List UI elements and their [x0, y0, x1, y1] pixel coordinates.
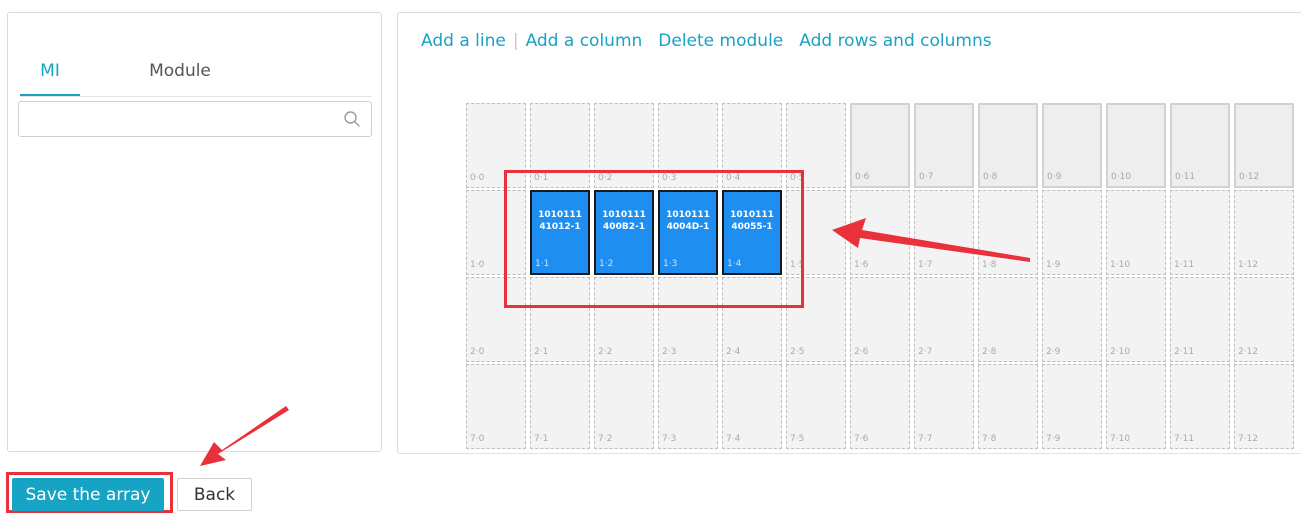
cell-coordinate: 2·5: [790, 347, 805, 357]
cell-coordinate: 1·8: [982, 260, 997, 270]
cell-coordinate: 0·10: [1111, 172, 1132, 182]
cell-coordinate: 1·12: [1238, 260, 1259, 270]
grid-cell[interactable]: 1·12: [1234, 190, 1294, 275]
cell-coordinate: 1·9: [1046, 260, 1061, 270]
cell-coordinate: 1·11: [1174, 260, 1195, 270]
grid-cell[interactable]: 2·7: [914, 277, 974, 362]
search-box: [18, 101, 372, 138]
grid-cell[interactable]: 1·6: [850, 190, 910, 275]
cell-coordinate: 7·11: [1174, 434, 1195, 444]
cell-coordinate: 1·6: [854, 260, 869, 270]
cell-coordinate: 7·12: [1238, 434, 1259, 444]
grid-cell[interactable]: 0·8: [978, 103, 1038, 188]
cell-coordinate: 2·11: [1174, 347, 1195, 357]
save-array-button[interactable]: Save the array: [12, 478, 164, 511]
grid-cell[interactable]: 0·11: [1170, 103, 1230, 188]
cell-coordinate: 0·8: [983, 172, 998, 182]
annotation-highlight-box: [504, 170, 804, 308]
cell-coordinate: 0·9: [1047, 172, 1062, 182]
back-button[interactable]: Back: [177, 478, 252, 511]
grid-cell[interactable]: 7·9: [1042, 364, 1102, 449]
left-panel: MI Module: [7, 12, 382, 452]
grid-cell[interactable]: 7·12: [1234, 364, 1294, 449]
cell-coordinate: 7·3: [662, 434, 677, 444]
cell-coordinate: 1·10: [1110, 260, 1131, 270]
cell-coordinate: 2·2: [598, 347, 613, 357]
grid-cell[interactable]: 1·9: [1042, 190, 1102, 275]
cell-coordinate: 1·0: [470, 260, 485, 270]
tab-module[interactable]: Module: [130, 48, 230, 94]
grid-cell[interactable]: 7·8: [978, 364, 1038, 449]
cell-coordinate: 1·7: [918, 260, 933, 270]
cell-coordinate: 2·0: [470, 347, 485, 357]
cell-coordinate: 7·9: [1046, 434, 1061, 444]
grid-cell[interactable]: 7·6: [850, 364, 910, 449]
grid-cell[interactable]: 1·10: [1106, 190, 1166, 275]
grid-cell[interactable]: 7·4: [722, 364, 782, 449]
grid-cell[interactable]: 7·7: [914, 364, 974, 449]
search-input[interactable]: [27, 102, 331, 138]
cell-coordinate: 2·4: [726, 347, 741, 357]
grid-cell[interactable]: 7·11: [1170, 364, 1230, 449]
cell-coordinate: 0·0: [470, 173, 485, 183]
grid-cell[interactable]: 0·10: [1106, 103, 1166, 188]
toolbar: Add a line | Add a column Delete module Add …: [421, 31, 992, 51]
grid-cell[interactable]: 2·6: [850, 277, 910, 362]
add-rows-columns-link[interactable]: Add rows and columns: [799, 31, 991, 51]
delete-module-link[interactable]: Delete module: [658, 31, 783, 51]
grid-cell[interactable]: 7·0: [466, 364, 526, 449]
tab-mi[interactable]: MI: [20, 48, 80, 96]
grid-cell[interactable]: 0·12: [1234, 103, 1294, 188]
grid-cell[interactable]: 7·10: [1106, 364, 1166, 449]
cell-coordinate: 0·11: [1175, 172, 1196, 182]
cell-coordinate: 7·8: [982, 434, 997, 444]
cell-coordinate: 2·8: [982, 347, 997, 357]
grid-cell[interactable]: 1·8: [978, 190, 1038, 275]
cell-coordinate: 7·5: [790, 434, 805, 444]
grid-cell[interactable]: 0·7: [914, 103, 974, 188]
cell-coordinate: 2·1: [534, 347, 549, 357]
add-column-link[interactable]: Add a column: [526, 31, 643, 51]
grid-cell[interactable]: 1·7: [914, 190, 974, 275]
cell-coordinate: 7·7: [918, 434, 933, 444]
cell-coordinate: 2·12: [1238, 347, 1259, 357]
cell-coordinate: 7·10: [1110, 434, 1131, 444]
grid-cell[interactable]: 7·3: [658, 364, 718, 449]
grid-cell[interactable]: 7·2: [594, 364, 654, 449]
cell-coordinate: 0·12: [1239, 172, 1260, 182]
cell-coordinate: 7·6: [854, 434, 869, 444]
cell-coordinate: 7·4: [726, 434, 741, 444]
grid-cell[interactable]: 2·8: [978, 277, 1038, 362]
grid-cell[interactable]: 7·1: [530, 364, 590, 449]
cell-coordinate: 2·9: [1046, 347, 1061, 357]
grid-cell[interactable]: 0·9: [1042, 103, 1102, 188]
tab-bar: MI Module: [20, 48, 372, 97]
cell-coordinate: 7·2: [598, 434, 613, 444]
cell-coordinate: 0·6: [855, 172, 870, 182]
grid-cell[interactable]: 2·10: [1106, 277, 1166, 362]
grid-cell[interactable]: 7·5: [786, 364, 846, 449]
cell-coordinate: 2·6: [854, 347, 869, 357]
search-icon[interactable]: [343, 110, 361, 128]
grid-cell[interactable]: 2·12: [1234, 277, 1294, 362]
cell-coordinate: 2·7: [918, 347, 933, 357]
add-line-link[interactable]: Add a line: [421, 31, 506, 51]
toolbar-separator: |: [512, 31, 519, 51]
cell-coordinate: 2·10: [1110, 347, 1131, 357]
cell-coordinate: 7·0: [470, 434, 485, 444]
grid-cell[interactable]: 1·11: [1170, 190, 1230, 275]
grid-cell[interactable]: 2·9: [1042, 277, 1102, 362]
cell-coordinate: 7·1: [534, 434, 549, 444]
grid-cell[interactable]: 2·11: [1170, 277, 1230, 362]
cell-coordinate: 0·7: [919, 172, 934, 182]
grid-cell[interactable]: 0·6: [850, 103, 910, 188]
cell-coordinate: 2·3: [662, 347, 677, 357]
